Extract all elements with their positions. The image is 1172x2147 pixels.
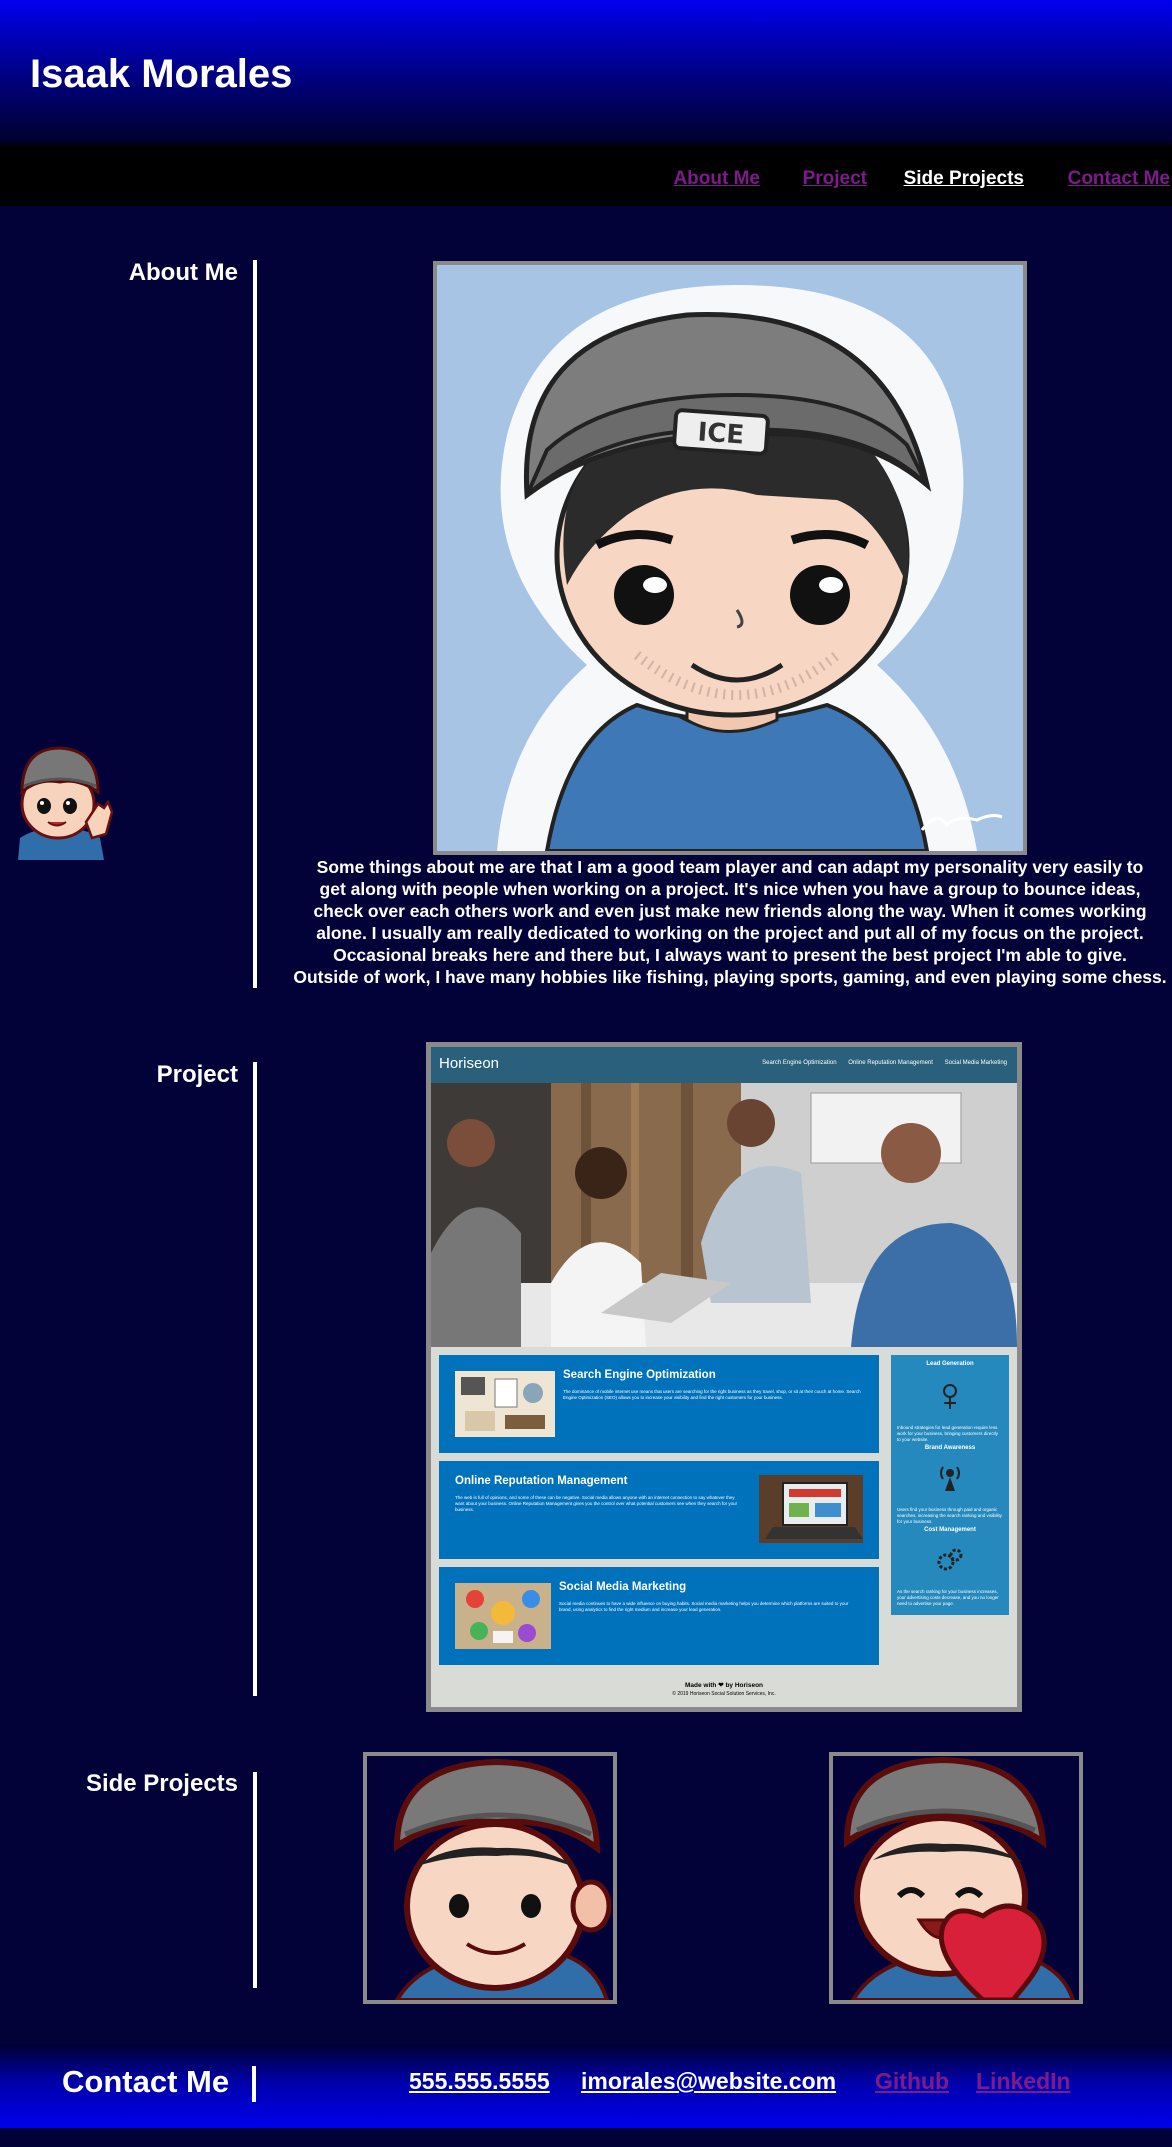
brand-icon: [940, 1466, 960, 1491]
mockup-header: Horiseon Search Engine Optimization Onli…: [431, 1047, 1017, 1083]
side-project-1-image[interactable]: [363, 1752, 617, 2004]
mockup-card-text: The dominance of mobile internet use mea…: [563, 1389, 861, 1400]
github-link[interactable]: Github: [875, 2068, 949, 2095]
mockup-copyright: © 2019 Horiseon Social Solution Services…: [672, 1691, 776, 1697]
mockup-hero-image: [431, 1083, 1017, 1347]
contact-section-title: Contact Me: [62, 2064, 230, 2099]
project-section-title: Project: [156, 1061, 238, 1088]
mockup-side-title: Cost Management: [924, 1527, 976, 1533]
about-line: Outside of work, I have many hobbies lik…: [293, 967, 1167, 987]
mockup-card-orm: Online Reputation Management The web is …: [439, 1461, 879, 1559]
gears-icon: [937, 1548, 963, 1571]
side-projects-section-title: Side Projects: [85, 1770, 238, 1797]
contact-footer: Contact Me 555.555.5555 imorales@website…: [0, 2044, 1172, 2128]
mockup-card-title: Social Media Marketing: [559, 1581, 687, 1593]
about-line: Occasional breaks here and there but, I …: [333, 945, 1127, 965]
mockup-nav-item: Online Reputation Management: [848, 1060, 933, 1066]
about-section-title: About Me: [128, 259, 238, 286]
side-projects-divider: [253, 1772, 257, 1988]
mockup-nav-item: Search Engine Optimization: [762, 1060, 837, 1066]
mockup-nav: Search Engine Optimization Online Reputa…: [752, 1060, 1007, 1066]
site-title: Isaak Morales: [30, 52, 293, 96]
mockup-card-text: The web is full of opinions, and some of…: [455, 1495, 738, 1512]
about-line: check over each others work and even jus…: [313, 901, 1147, 921]
lead-icon: [943, 1384, 957, 1409]
mockup-side-text: Users find your business through paid an…: [897, 1507, 1003, 1524]
mockup-side-title: Lead Generation: [926, 1361, 974, 1367]
about-line: alone. I usually am really dedicated to …: [316, 923, 1144, 943]
project-screenshot-horiseon[interactable]: Horiseon Search Engine Optimization Onli…: [426, 1042, 1022, 1712]
mockup-logo: Horiseon: [439, 1055, 500, 1072]
mockup-nav-item: Social Media Marketing: [944, 1060, 1007, 1066]
smiling-avatar-image: [393, 1758, 612, 2000]
email-link[interactable]: imorales@website.com: [581, 2068, 836, 2095]
mockup-card-text: Social media continues to have a wide in…: [559, 1601, 849, 1612]
profile-photo: ICE: [433, 261, 1027, 855]
nav-link-project[interactable]: Project: [803, 168, 867, 190]
nav-link-about[interactable]: About Me: [673, 168, 760, 190]
contact-divider: [252, 2066, 256, 2102]
svg-text:ICE: ICE: [697, 417, 745, 450]
site-header: Isaak Morales About Me Project Side Proj…: [0, 0, 1172, 206]
about-line: get along with people when working on a …: [319, 879, 1141, 899]
mockup-card-smm: Social Media Marketing Social media cont…: [439, 1567, 879, 1665]
heart-avatar-image: [843, 1756, 1076, 2000]
about-paragraph: Some things about me are that I am a goo…: [270, 856, 1172, 988]
about-line: Some things about me are that I am a goo…: [316, 857, 1144, 877]
nav-link-contact[interactable]: Contact Me: [1068, 168, 1170, 190]
linkedin-link[interactable]: LinkedIn: [976, 2068, 1071, 2095]
side-project-2-image[interactable]: [829, 1752, 1083, 2004]
mockup-sidebar: Lead Generation Inbound strategies for l…: [891, 1355, 1009, 1615]
mockup-footer: Made with ❤ by Horiseon: [684, 1682, 764, 1689]
chibi-avatar-image: ICE: [497, 285, 1003, 851]
waving-avatar-image: [18, 746, 114, 860]
about-divider: [253, 260, 257, 988]
nav-link-side-projects[interactable]: Side Projects: [904, 168, 1024, 190]
mockup-card-seo: Search Engine Optimization The dominance…: [439, 1355, 879, 1453]
mockup-card-title: Search Engine Optimization: [563, 1369, 716, 1381]
mockup-side-text: As the search ranking for your business …: [897, 1589, 999, 1606]
phone-link[interactable]: 555.555.5555: [409, 2068, 550, 2095]
project-divider: [253, 1062, 257, 1696]
mockup-side-title: Brand Awareness: [924, 1445, 976, 1451]
mockup-side-text: Inbound strategies for lead generation r…: [897, 1425, 999, 1442]
mockup-card-title: Online Reputation Management: [455, 1475, 628, 1487]
